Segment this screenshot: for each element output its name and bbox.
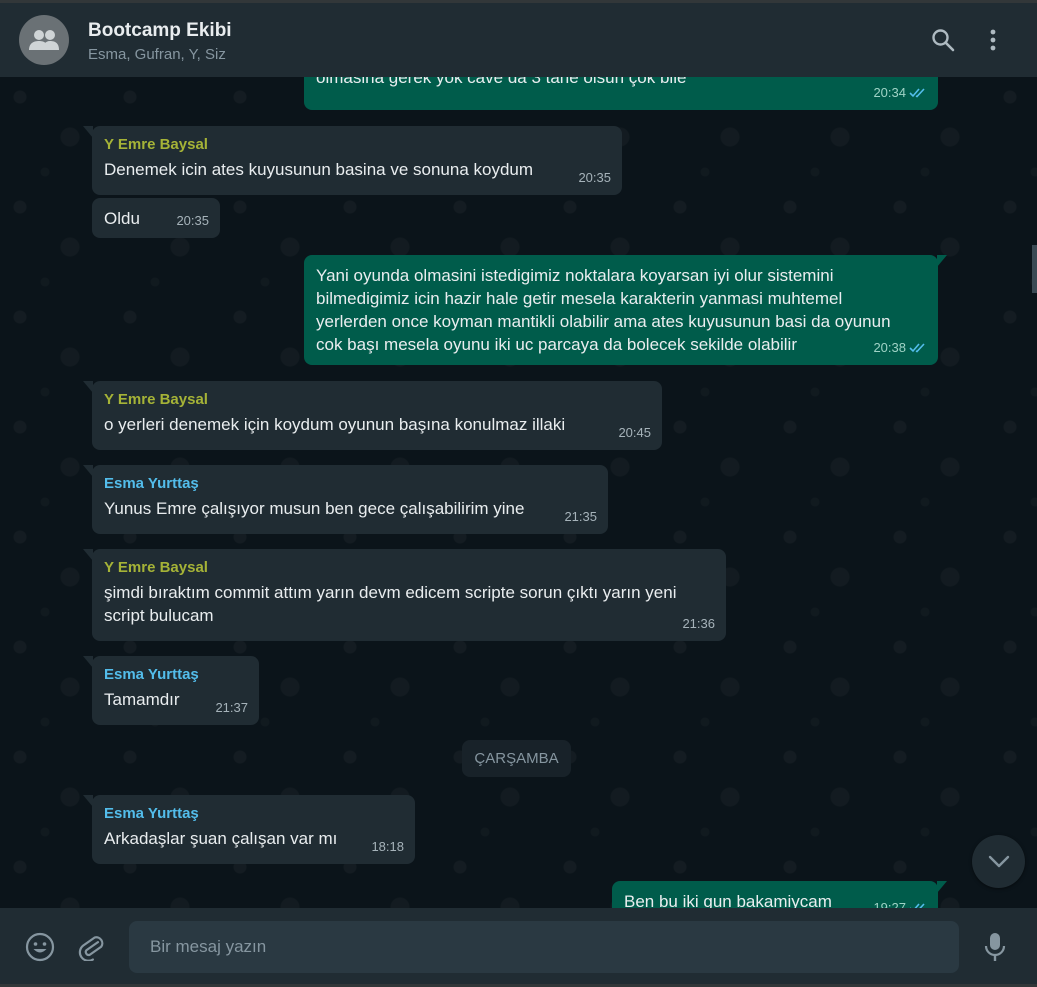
group-icon xyxy=(29,30,59,50)
message-meta: 18:18 xyxy=(371,835,404,858)
message-time: 20:35 xyxy=(176,213,209,228)
message-bubble-incoming[interactable]: Oldu 20:35 xyxy=(92,198,220,238)
message-sender[interactable]: Y Emre Baysal xyxy=(104,390,650,410)
message-meta: 20:35 xyxy=(176,209,209,232)
message-input[interactable] xyxy=(129,921,959,973)
message-bubble-incoming[interactable]: Esma Yurttaş Yunus Emre çalışıyor musun … xyxy=(83,465,608,534)
message-sender[interactable]: Esma Yurttaş xyxy=(104,474,596,494)
message-meta: 19:27 xyxy=(873,896,927,908)
microphone-icon xyxy=(984,933,1006,961)
message-time: 21:35 xyxy=(564,509,597,524)
search-button[interactable] xyxy=(928,25,958,55)
voice-message-button[interactable] xyxy=(979,931,1011,963)
group-avatar[interactable] xyxy=(19,15,69,65)
message-bubble-incoming[interactable]: Esma Yurttaş Tamamdır 21:37 xyxy=(83,656,259,725)
message-time: 21:36 xyxy=(682,616,715,631)
message-text: o yerleri denemek için koydum oyunun baş… xyxy=(104,415,566,434)
message-bubble-incoming[interactable]: Y Emre Baysal şimdi bıraktım commit attı… xyxy=(83,549,726,641)
read-receipt-icon xyxy=(909,343,925,353)
message-sender[interactable]: Y Emre Baysal xyxy=(104,135,610,155)
message-bubble-outgoing[interactable]: Yani oyunda olmasini istedigimiz noktala… xyxy=(304,255,947,365)
message-text: şimdi bıraktım commit attım yarın devm e… xyxy=(104,583,677,625)
chevron-down-icon xyxy=(988,855,1009,867)
emoji-icon xyxy=(25,932,55,962)
more-vertical-icon xyxy=(990,29,996,51)
message-meta: 20:35 xyxy=(578,166,611,189)
message-meta: 20:34 xyxy=(873,81,927,104)
chat-participants: Esma, Gufran, Y, Siz xyxy=(88,46,226,63)
message-meta: 21:37 xyxy=(215,696,248,719)
message-text: olmasina gerek yok cave da 3 tane olsun … xyxy=(316,77,687,87)
message-text: Yani oyunda olmasini istedigimiz noktala… xyxy=(316,266,891,354)
paperclip-icon xyxy=(78,936,104,961)
message-sender[interactable]: Y Emre Baysal xyxy=(104,558,714,578)
search-icon xyxy=(932,29,955,52)
message-meta: 21:35 xyxy=(564,505,597,528)
chat-header[interactable]: Bootcamp Ekibi Esma, Gufran, Y, Siz xyxy=(0,3,1037,77)
message-text: Denemek icin ates kuyusunun basina ve so… xyxy=(104,160,534,179)
message-bubble-incoming[interactable]: Esma Yurttaş Arkadaşlar şuan çalışan var… xyxy=(83,795,415,864)
attach-button[interactable] xyxy=(75,931,107,963)
message-time: 20:38 xyxy=(873,340,906,355)
date-divider: ÇARŞAMBA xyxy=(462,740,571,777)
emoji-button[interactable] xyxy=(24,931,56,963)
message-time: 18:18 xyxy=(371,839,404,854)
message-time: 20:34 xyxy=(873,85,906,100)
message-meta: 20:45 xyxy=(618,421,651,444)
message-time: 20:45 xyxy=(618,425,651,440)
message-bubble-outgoing[interactable]: olmasina gerek yok cave da 3 tane olsun … xyxy=(304,77,938,110)
scroll-to-bottom-button[interactable] xyxy=(972,835,1025,888)
read-receipt-icon xyxy=(909,88,925,98)
message-bubble-incoming[interactable]: Y Emre Baysal o yerleri denemek için koy… xyxy=(83,381,662,450)
message-time: 21:37 xyxy=(215,700,248,715)
message-meta: 21:36 xyxy=(682,612,715,635)
message-text: Arkadaşlar şuan çalışan var mı xyxy=(104,829,338,848)
message-sender[interactable]: Esma Yurttaş xyxy=(104,804,403,824)
chat-title[interactable]: Bootcamp Ekibi xyxy=(88,20,232,42)
message-meta: 20:38 xyxy=(873,336,927,359)
message-sender[interactable]: Esma Yurttaş xyxy=(104,665,247,685)
message-bubble-outgoing[interactable]: Ben bu iki gun bakamiycam 19:27 xyxy=(612,881,947,908)
message-bubble-incoming[interactable]: Y Emre Baysal Denemek icin ates kuyusunu… xyxy=(83,126,622,195)
message-time: 19:27 xyxy=(873,900,906,908)
message-list[interactable]: olmasina gerek yok cave da 3 tane olsun … xyxy=(0,77,1037,908)
message-text: Yunus Emre çalışıyor musun ben gece çalı… xyxy=(104,499,525,518)
message-time: 20:35 xyxy=(578,170,611,185)
scrollbar-thumb[interactable] xyxy=(1032,245,1037,293)
menu-button[interactable] xyxy=(978,25,1008,55)
composer-bar xyxy=(0,908,1037,984)
